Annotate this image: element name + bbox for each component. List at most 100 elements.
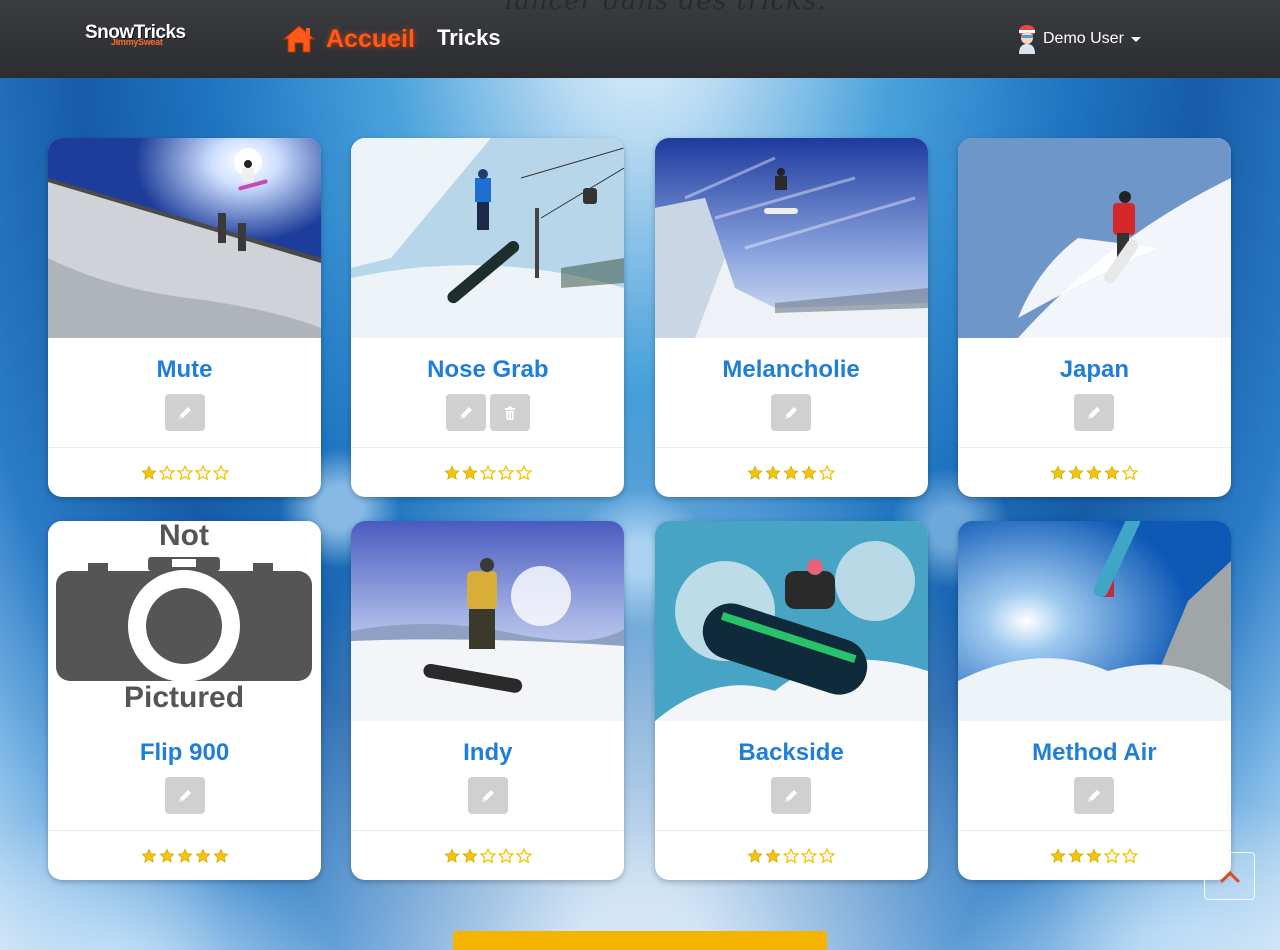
- rating-stars: [655, 831, 928, 880]
- home-icon: [282, 25, 316, 53]
- trick-card[interactable]: Method Air: [957, 521, 1231, 880]
- pencil-icon: [785, 406, 798, 419]
- tricks-grid: Mute Nose Grab Melancholie Japan Not Pic…: [48, 138, 1232, 880]
- trick-title[interactable]: Mute: [157, 356, 213, 384]
- star-empty-icon[interactable]: [819, 847, 836, 864]
- trash-icon: [504, 406, 515, 420]
- card-body: Melancholie: [654, 338, 928, 448]
- star-empty-icon[interactable]: [1122, 847, 1139, 864]
- star-empty-icon[interactable]: [801, 847, 818, 864]
- star-empty-icon[interactable]: [479, 464, 496, 481]
- trick-image[interactable]: [654, 521, 928, 721]
- star-full-icon[interactable]: [212, 848, 229, 864]
- star-full-icon[interactable]: [1086, 848, 1102, 864]
- star-empty-icon[interactable]: [212, 464, 229, 481]
- star-full-icon[interactable]: [1068, 465, 1084, 481]
- pencil-icon: [481, 789, 494, 802]
- scroll-top-button[interactable]: [1204, 852, 1255, 900]
- trick-card[interactable]: Japan: [957, 138, 1231, 497]
- trick-title[interactable]: Backside: [738, 739, 843, 767]
- star-empty-icon[interactable]: [515, 464, 532, 481]
- trick-title[interactable]: Method Air: [1032, 739, 1156, 767]
- star-full-icon[interactable]: [747, 848, 763, 864]
- trick-title[interactable]: Flip 900: [140, 739, 229, 767]
- trick-card[interactable]: Mute: [48, 138, 321, 497]
- star-empty-icon[interactable]: [497, 464, 514, 481]
- star-full-icon[interactable]: [176, 848, 193, 864]
- star-full-icon[interactable]: [1086, 465, 1102, 481]
- trick-card[interactable]: Indy: [351, 521, 625, 880]
- trick-title[interactable]: Melancholie: [722, 356, 859, 384]
- star-full-icon[interactable]: [801, 465, 817, 481]
- star-empty-icon[interactable]: [1104, 847, 1121, 864]
- brand-logo[interactable]: SnowTricks JimmySweat: [85, 22, 200, 52]
- card-body: Nose Grab: [351, 338, 625, 448]
- pencil-icon: [785, 789, 798, 802]
- not-pictured-image[interactable]: Not Pictured: [48, 521, 321, 721]
- star-full-icon[interactable]: [140, 848, 157, 864]
- navbar-ghost-text: lancer dans des tricks.: [505, 0, 827, 16]
- caret-down-icon: [1130, 36, 1141, 42]
- star-full-icon[interactable]: [1104, 465, 1120, 481]
- edit-button[interactable]: [467, 777, 508, 814]
- edit-button[interactable]: [445, 394, 486, 431]
- nav-tricks-link[interactable]: Tricks: [437, 25, 501, 51]
- star-empty-icon[interactable]: [783, 847, 800, 864]
- star-full-icon[interactable]: [765, 465, 781, 481]
- star-empty-icon[interactable]: [515, 847, 532, 864]
- edit-button[interactable]: [1074, 777, 1115, 814]
- trick-image[interactable]: [351, 138, 625, 338]
- trick-image[interactable]: [957, 138, 1231, 338]
- edit-button[interactable]: [164, 777, 205, 814]
- pencil-icon: [459, 406, 472, 419]
- star-full-icon[interactable]: [462, 465, 478, 481]
- nav-home-label: Accueil: [326, 24, 415, 53]
- edit-button[interactable]: [771, 394, 812, 431]
- trick-title[interactable]: Indy: [463, 739, 512, 767]
- star-full-icon[interactable]: [444, 848, 460, 864]
- trick-title[interactable]: Nose Grab: [427, 356, 548, 384]
- star-full-icon[interactable]: [194, 848, 211, 864]
- trick-title[interactable]: Japan: [1060, 356, 1129, 384]
- star-full-icon[interactable]: [1050, 465, 1066, 481]
- star-full-icon[interactable]: [747, 465, 763, 481]
- edit-button[interactable]: [164, 394, 205, 431]
- trick-card[interactable]: Melancholie: [654, 138, 928, 497]
- star-empty-icon[interactable]: [158, 464, 175, 481]
- star-empty-icon[interactable]: [176, 464, 193, 481]
- pencil-icon: [178, 789, 191, 802]
- star-full-icon[interactable]: [462, 848, 478, 864]
- star-full-icon[interactable]: [765, 848, 781, 864]
- star-full-icon[interactable]: [158, 848, 175, 864]
- star-empty-icon[interactable]: [194, 464, 211, 481]
- star-empty-icon[interactable]: [497, 847, 514, 864]
- star-empty-icon[interactable]: [819, 464, 836, 481]
- edit-button[interactable]: [771, 777, 812, 814]
- trick-image[interactable]: [957, 521, 1231, 721]
- trick-card[interactable]: Nose Grab: [351, 138, 625, 497]
- card-actions: [164, 394, 205, 431]
- star-full-icon[interactable]: [783, 465, 799, 481]
- trick-image[interactable]: [351, 521, 625, 721]
- pencil-icon: [178, 406, 191, 419]
- trick-image[interactable]: [654, 138, 928, 338]
- star-empty-icon[interactable]: [479, 847, 496, 864]
- star-full-icon[interactable]: [444, 465, 460, 481]
- user-name: Demo User: [1043, 30, 1124, 47]
- star-full-icon[interactable]: [140, 465, 157, 481]
- star-empty-icon[interactable]: [1122, 464, 1139, 481]
- edit-button[interactable]: [1074, 394, 1115, 431]
- trick-image[interactable]: [48, 138, 321, 338]
- trick-card[interactable]: Not Pictured Flip 900: [48, 521, 321, 880]
- star-full-icon[interactable]: [1068, 848, 1084, 864]
- placeholder-bottom-text: Pictured: [124, 681, 244, 714]
- load-more-button[interactable]: [453, 931, 827, 950]
- nav-home-link[interactable]: Accueil: [282, 24, 415, 54]
- delete-button[interactable]: [489, 394, 530, 431]
- card-body: Mute: [48, 338, 321, 448]
- avatar: [1019, 25, 1035, 54]
- star-full-icon[interactable]: [1050, 848, 1066, 864]
- user-menu-toggle[interactable]: Demo User: [1016, 24, 1141, 54]
- trick-card[interactable]: Backside: [654, 521, 928, 880]
- rating-stars: [958, 448, 1231, 497]
